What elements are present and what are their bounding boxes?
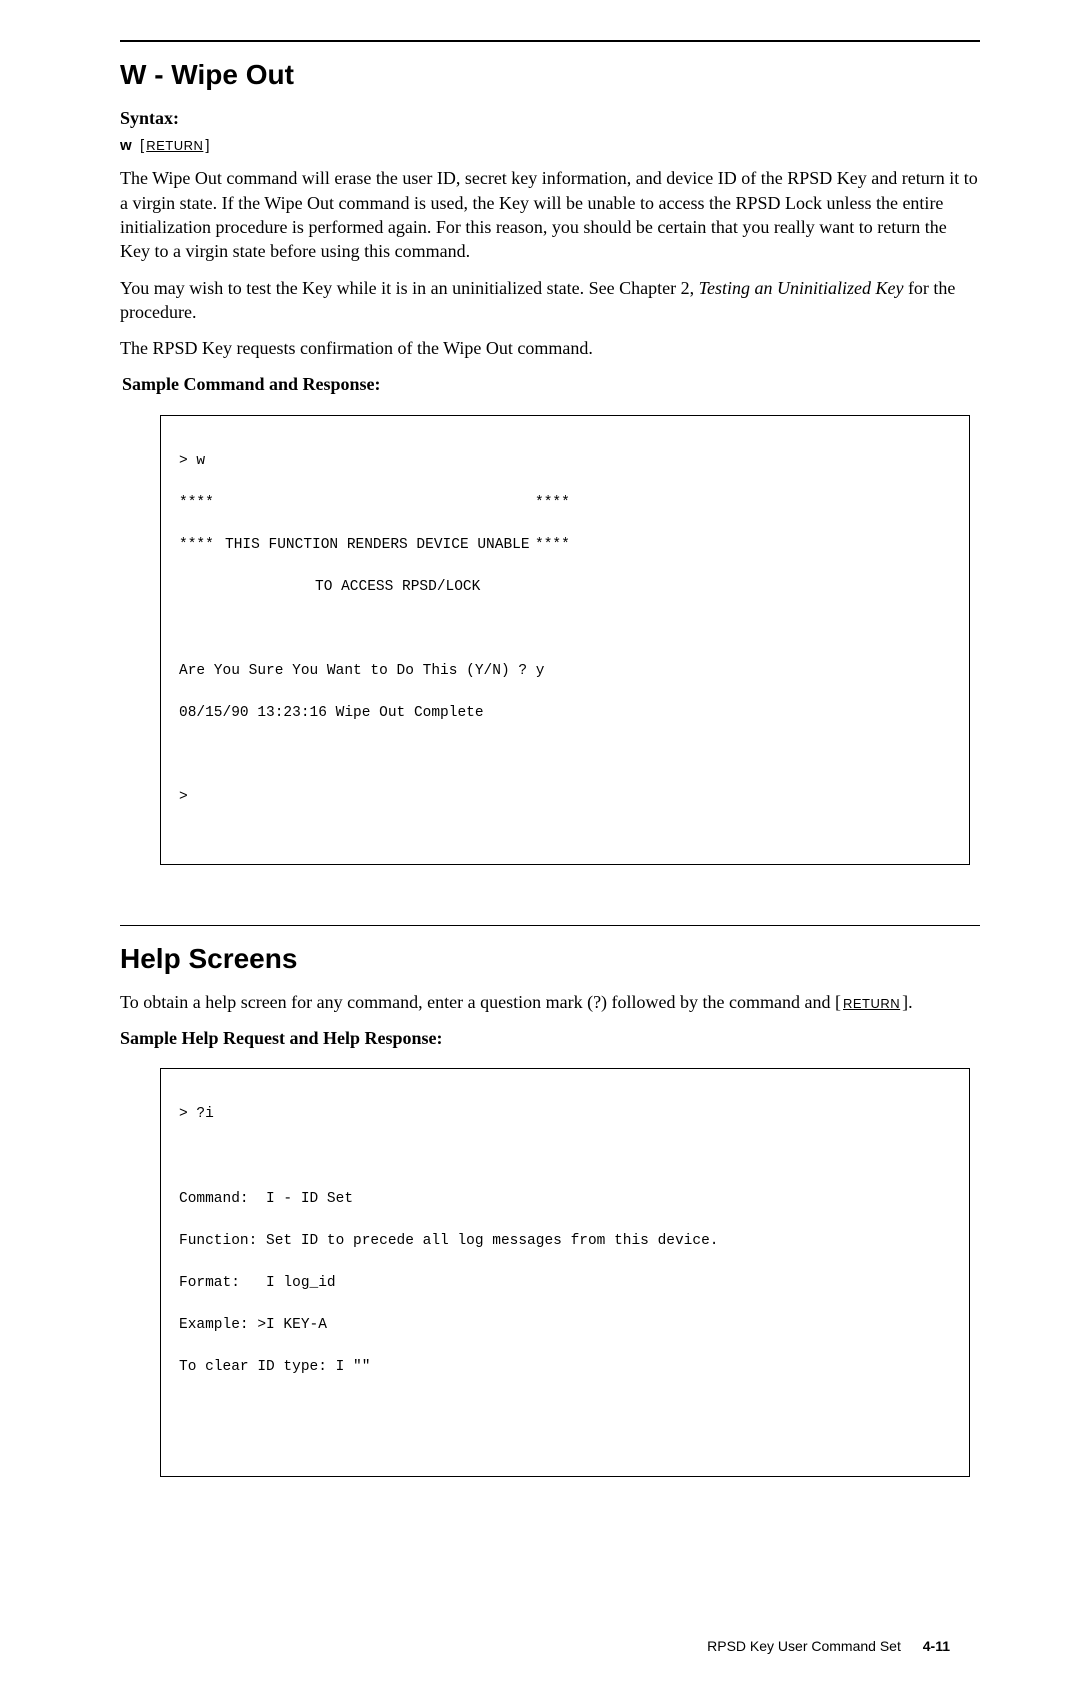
return-key-2: RETURN bbox=[841, 996, 902, 1011]
term-line: > w bbox=[179, 451, 951, 472]
footer-text: RPSD Key User Command Set bbox=[707, 1638, 901, 1654]
term-line bbox=[179, 1399, 951, 1420]
section-wipeout-title: W - Wipe Out bbox=[120, 56, 980, 94]
term-line: > ?i bbox=[179, 1104, 951, 1125]
bracket-close: ] bbox=[205, 137, 209, 154]
term-line: Are You Sure You Want to Do This (Y/N) ?… bbox=[179, 661, 951, 682]
term-line: Example: >I KEY-A bbox=[179, 1315, 951, 1336]
term-line bbox=[179, 1146, 951, 1167]
term-line: TO ACCESS RPSD/LOCK bbox=[179, 577, 951, 598]
help-intro-a: To obtain a help screen for any command,… bbox=[120, 992, 835, 1012]
term-line: ****THIS FUNCTION RENDERS DEVICE UNABLE*… bbox=[179, 535, 951, 556]
terminal-output-wipeout: > w ******** ****THIS FUNCTION RENDERS D… bbox=[160, 415, 970, 865]
term-line: Format: I log_id bbox=[179, 1273, 951, 1294]
section-help-title: Help Screens bbox=[120, 940, 980, 978]
term-line: Command: I - ID Set bbox=[179, 1189, 951, 1210]
term-line: ******** bbox=[179, 493, 951, 514]
syntax-label: Syntax: bbox=[120, 106, 980, 130]
term-line: To clear ID type: I "" bbox=[179, 1357, 951, 1378]
sample-label-2: Sample Help Request and Help Response: bbox=[120, 1026, 980, 1050]
footer-page-number: 4-11 bbox=[923, 1638, 950, 1654]
term-line: > bbox=[179, 787, 951, 808]
terminal-output-help: > ?i Command: I - ID Set Function: Set I… bbox=[160, 1068, 970, 1476]
term-line: Function: Set ID to precede all log mess… bbox=[179, 1231, 951, 1252]
syntax-line: w [RETURN] bbox=[120, 136, 980, 156]
syntax-cmd: w bbox=[120, 137, 132, 154]
p2-italic: Testing an Uninitialized Key bbox=[699, 278, 904, 298]
sample-label-1: Sample Command and Response: bbox=[122, 372, 980, 396]
page-footer: RPSD Key User Command Set 4-11 bbox=[120, 1637, 980, 1656]
p2-part-a: You may wish to test the Key while it is… bbox=[120, 278, 699, 298]
help-intro: To obtain a help screen for any command,… bbox=[120, 990, 980, 1014]
term-line: 08/15/90 13:23:16 Wipe Out Complete bbox=[179, 703, 951, 724]
wipeout-paragraph-3: The RPSD Key requests confirmation of th… bbox=[120, 336, 980, 360]
term-line bbox=[179, 745, 951, 766]
term-line bbox=[179, 619, 951, 640]
bracket-close-2: ]. bbox=[902, 992, 913, 1012]
wipeout-paragraph-2: You may wish to test the Key while it is… bbox=[120, 276, 980, 325]
return-key: RETURN bbox=[144, 138, 205, 153]
wipeout-paragraph-1: The Wipe Out command will erase the user… bbox=[120, 166, 980, 263]
